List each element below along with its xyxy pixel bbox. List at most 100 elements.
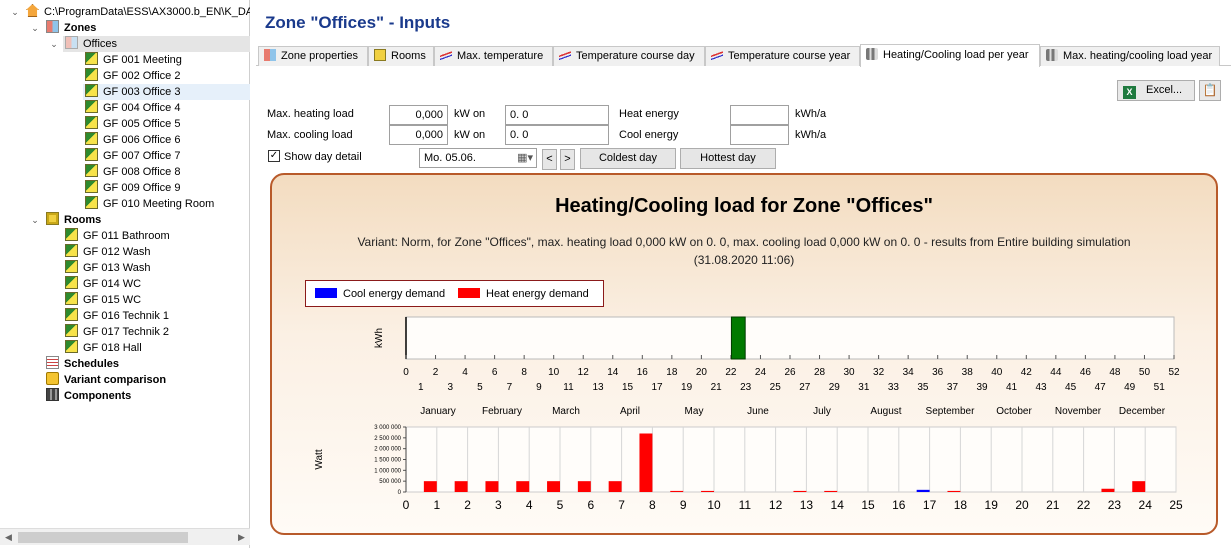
tab-max-heating-cooling-load-year[interactable]: Max. heating/cooling load year xyxy=(1040,46,1220,66)
tree-node-label: Rooms xyxy=(64,214,102,226)
tree-room-item[interactable]: GF 011 Bathroom xyxy=(65,228,170,244)
month-label: April xyxy=(620,406,640,417)
tree-room-item[interactable]: GF 014 WC xyxy=(65,276,141,292)
tree-room-item[interactable]: GF 018 Hall xyxy=(65,340,142,356)
tree-node-label: GF 014 WC xyxy=(83,278,142,290)
zone-icon xyxy=(46,20,59,33)
chart-panel: Heating/Cooling load for Zone "Offices" … xyxy=(270,173,1218,535)
tree-zone-room-item[interactable]: GF 010 Meeting Room xyxy=(85,196,214,212)
scroll-right-arrow-icon[interactable]: ▶ xyxy=(233,529,250,546)
expand-chevron-icon[interactable]: ⌄ xyxy=(10,4,20,20)
week-tick-label-odd: 31 xyxy=(858,382,870,393)
excel-export-button[interactable]: X Excel... xyxy=(1117,80,1195,101)
date-picker[interactable]: Mo. 05.06. ▦▾ xyxy=(419,148,537,168)
next-day-button[interactable]: > xyxy=(560,149,575,170)
cool-energy-unit: kWh/a xyxy=(795,129,827,141)
tree-room-item[interactable]: GF 016 Technik 1 xyxy=(65,308,169,324)
week-tick-label-odd: 49 xyxy=(1124,382,1136,393)
week-tick-label-odd: 33 xyxy=(888,382,900,393)
hour-tick-label: 22 xyxy=(1077,498,1091,512)
tab-temperature-course-year[interactable]: Temperature course year xyxy=(705,46,860,66)
tree-zone-room-item[interactable]: GF 006 Office 6 xyxy=(85,132,180,148)
tree-zone-room-item[interactable]: GF 005 Office 5 xyxy=(85,116,180,132)
tree-node-label: GF 001 Meeting xyxy=(103,54,182,66)
month-label: February xyxy=(482,406,522,417)
week-tick-label-odd: 13 xyxy=(592,382,604,393)
tree-components-node[interactable]: Components xyxy=(46,388,131,404)
scrollbar-thumb[interactable] xyxy=(18,532,188,543)
week-tick-label-odd: 51 xyxy=(1154,382,1166,393)
tree-horizontal-scrollbar[interactable]: ◀ ▶ xyxy=(0,528,250,545)
hour-tick-label: 13 xyxy=(800,498,814,512)
expand-chevron-icon[interactable]: ⌄ xyxy=(30,212,40,228)
max-heating-load-label: Max. heating load xyxy=(267,108,354,120)
tree-room-item[interactable]: GF 013 Wash xyxy=(65,260,150,276)
show-day-detail-checkbox[interactable]: ✓ xyxy=(268,150,280,162)
week-tick-label: 30 xyxy=(844,367,856,378)
calendar-dropdown-icon[interactable]: ▦▾ xyxy=(517,149,533,167)
hour-y-tick-label: 1 000 000 xyxy=(374,468,401,474)
clipboard-icon: 📋 xyxy=(1202,83,1218,97)
expand-chevron-icon[interactable]: ⌄ xyxy=(30,20,40,36)
room-icon xyxy=(85,84,98,97)
tree-room-item[interactable]: GF 017 Technik 2 xyxy=(65,324,169,340)
tab-max-temperature[interactable]: Max. temperature xyxy=(434,46,553,66)
hour-bar xyxy=(670,490,684,492)
tree-zone-room-item[interactable]: GF 004 Office 4 xyxy=(85,100,180,116)
room-icon xyxy=(85,100,98,113)
room-icon xyxy=(85,148,98,161)
room-icon xyxy=(85,180,98,193)
tree-zone-room-item[interactable]: GF 003 Office 3 xyxy=(83,84,250,100)
heat-energy-field[interactable] xyxy=(730,105,789,125)
tree-zone-room-item[interactable]: GF 001 Meeting xyxy=(85,52,182,68)
tree-room-item[interactable]: GF 015 WC xyxy=(65,292,141,308)
month-label: May xyxy=(685,406,704,417)
room-icon xyxy=(65,292,78,305)
cool-energy-field[interactable] xyxy=(730,125,789,145)
tab-heating-cooling-load-per-year[interactable]: Heating/Cooling load per year xyxy=(860,44,1040,67)
tree-node-label: Components xyxy=(64,390,132,402)
expand-chevron-icon[interactable]: ⌄ xyxy=(49,36,59,52)
tab-zone-properties[interactable]: Zone properties xyxy=(258,46,368,66)
max-cooling-load-field[interactable]: 0,000 xyxy=(389,125,448,145)
tree-zone-room-item[interactable]: GF 002 Office 2 xyxy=(85,68,180,84)
month-label: December xyxy=(1119,406,1166,417)
date-value: Mo. 05.06. xyxy=(424,152,476,164)
tab-rooms[interactable]: Rooms xyxy=(368,46,434,66)
hour-y-tick-label: 2 500 000 xyxy=(374,436,401,442)
week-tick-label-odd: 43 xyxy=(1036,382,1048,393)
copy-clipboard-button[interactable]: 📋 xyxy=(1199,80,1221,101)
hour-tick-label: 21 xyxy=(1046,498,1060,512)
week-tick-label: 6 xyxy=(492,367,498,378)
tree-zone-room-item[interactable]: GF 007 Office 7 xyxy=(85,148,180,164)
graph-icon xyxy=(559,49,571,61)
tab-temperature-course-day[interactable]: Temperature course day xyxy=(553,46,705,66)
tree-schedules-node[interactable]: Schedules xyxy=(46,356,119,372)
max-heating-load-field[interactable]: 0,000 xyxy=(389,105,448,125)
tree-node-label: GF 013 Wash xyxy=(83,262,151,274)
tree-rooms-node[interactable]: Rooms xyxy=(46,212,101,228)
previous-day-button[interactable]: < xyxy=(542,149,557,170)
tree-variant-comparison-node[interactable]: Variant comparison xyxy=(46,372,166,388)
tree-room-item[interactable]: GF 012 Wash xyxy=(65,244,150,260)
hour-bar xyxy=(577,481,591,492)
hour-tick-label: 16 xyxy=(892,498,906,512)
coldest-day-button[interactable]: Coldest day xyxy=(580,148,676,169)
tree-zone-room-item[interactable]: GF 009 Office 9 xyxy=(85,180,180,196)
week-tick-label: 40 xyxy=(991,367,1003,378)
page-title: Zone "Offices" - Inputs xyxy=(265,13,451,32)
tree-zones-node[interactable]: Zones xyxy=(46,20,96,36)
tree-root-project[interactable]: C:\ProgramData\ESS\AX3000.b_EN\K_DAT xyxy=(26,4,250,20)
room-icon xyxy=(65,244,78,257)
tree-zone-offices[interactable]: Offices xyxy=(63,36,250,52)
week-tick-label-odd: 11 xyxy=(563,382,574,393)
tree-zone-room-item[interactable]: GF 008 Office 8 xyxy=(85,164,180,180)
max-cooling-date-field[interactable]: 0. 0 xyxy=(505,125,609,145)
hottest-day-button[interactable]: Hottest day xyxy=(680,148,776,169)
scroll-left-arrow-icon[interactable]: ◀ xyxy=(0,529,17,546)
week-tick-label: 14 xyxy=(607,367,619,378)
room-icon xyxy=(65,340,78,353)
week-tick-label-odd: 3 xyxy=(448,382,454,393)
max-heating-date-field[interactable]: 0. 0 xyxy=(505,105,609,125)
sched-icon xyxy=(46,356,59,369)
